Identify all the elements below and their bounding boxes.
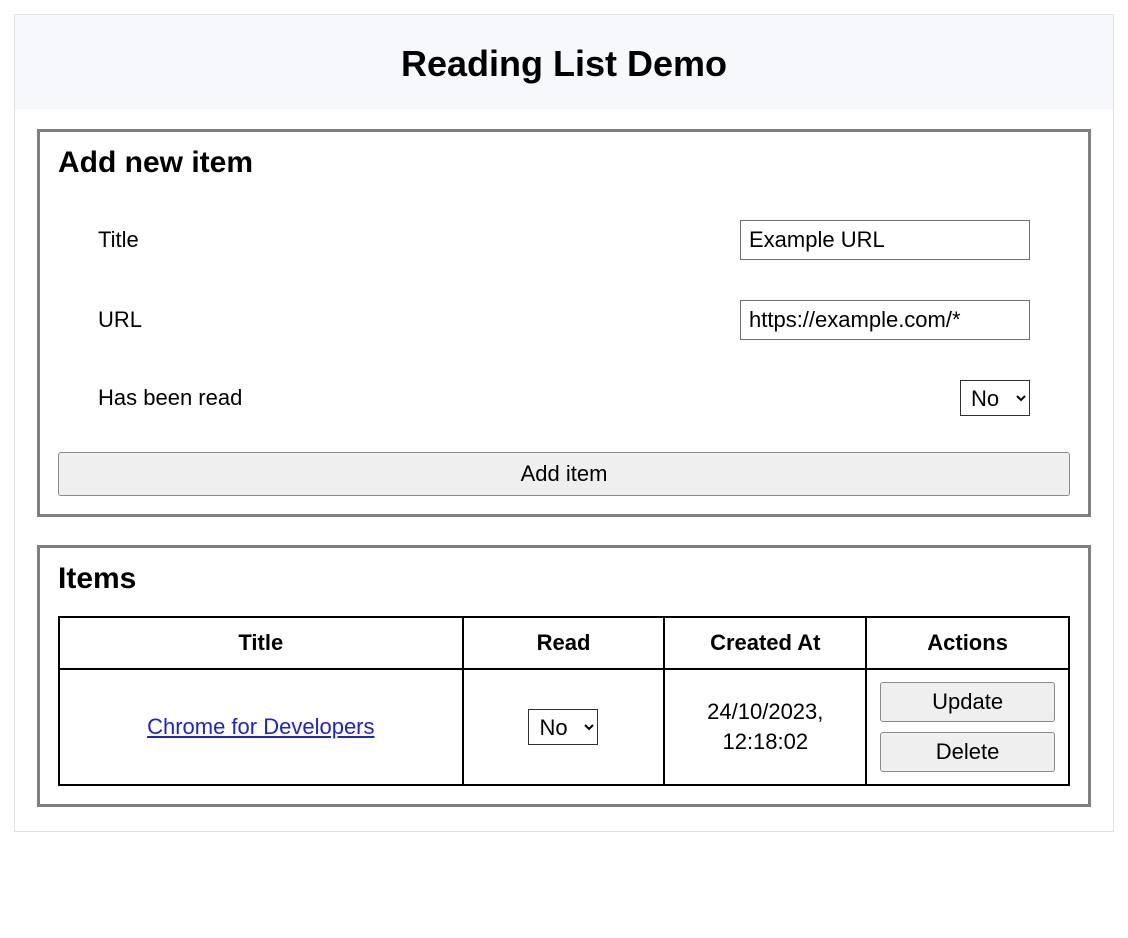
col-header-created: Created At [664,617,866,669]
cell-read: No Yes [463,669,665,785]
item-title-link[interactable]: Chrome for Developers [147,714,374,739]
cell-created: 24/10/2023, 12:18:02 [664,669,866,785]
col-header-actions: Actions [866,617,1069,669]
table-row: Chrome for Developers No Yes 24/10/2023,… [59,669,1069,785]
table-header-row: Title Read Created At Actions [59,617,1069,669]
update-button[interactable]: Update [880,682,1055,722]
content-area: Add new item Title URL Has been read No … [15,109,1113,831]
page-title: Reading List Demo [15,43,1113,85]
cell-actions: Update Delete [866,669,1069,785]
url-row: URL [58,280,1070,360]
read-select[interactable]: No Yes [960,380,1030,416]
title-label: Title [98,227,139,253]
header: Reading List Demo [15,15,1113,109]
read-row: Has been read No Yes [58,360,1070,436]
url-label: URL [98,307,142,333]
items-table: Title Read Created At Actions Chrome for… [58,616,1070,786]
cell-title: Chrome for Developers [59,669,463,785]
created-at-text: 24/10/2023, 12:18:02 [673,697,857,756]
read-label: Has been read [98,385,242,411]
url-input[interactable] [740,300,1030,340]
add-item-panel: Add new item Title URL Has been read No … [37,129,1091,517]
row-read-select[interactable]: No Yes [528,709,598,745]
items-panel: Items Title Read Created At Actions Chro… [37,545,1091,807]
add-item-button[interactable]: Add item [58,452,1070,496]
add-item-heading: Add new item [58,146,1070,180]
delete-button[interactable]: Delete [880,732,1055,772]
col-header-title: Title [59,617,463,669]
items-heading: Items [58,562,1070,596]
title-row: Title [58,200,1070,280]
title-input[interactable] [740,220,1030,260]
app-container: Reading List Demo Add new item Title URL… [14,14,1114,832]
col-header-read: Read [463,617,665,669]
